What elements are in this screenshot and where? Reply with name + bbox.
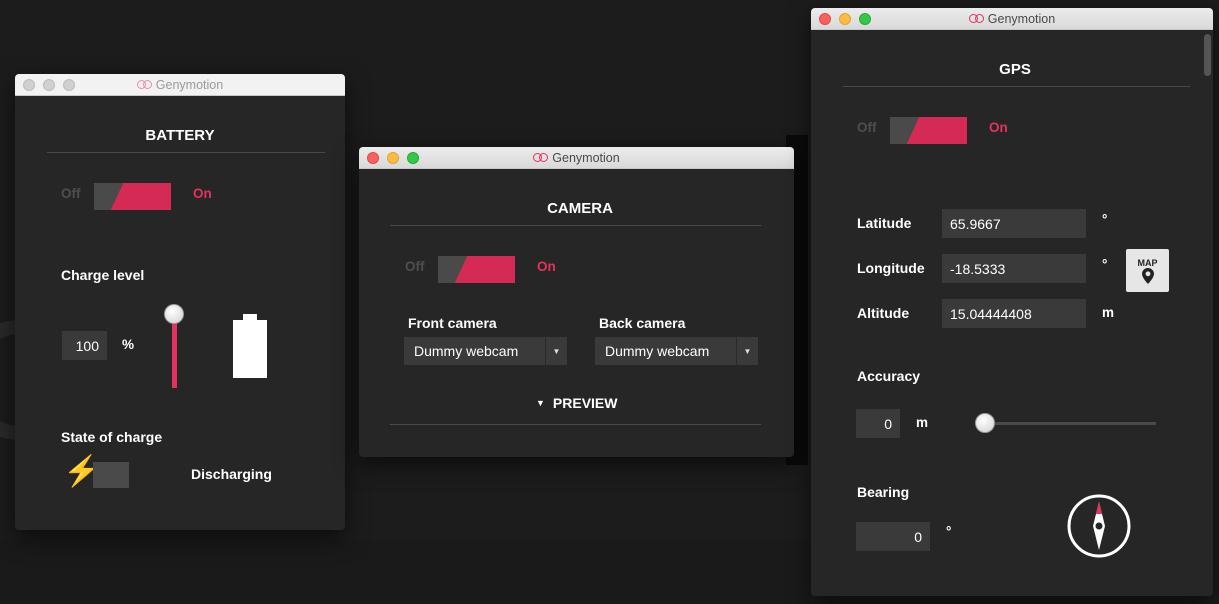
bearing-unit: ° bbox=[946, 524, 952, 539]
longitude-input[interactable]: -18.5333 bbox=[942, 254, 1086, 283]
minimize-button[interactable] bbox=[387, 152, 399, 164]
close-button[interactable] bbox=[367, 152, 379, 164]
front-camera-value: Dummy webcam bbox=[414, 343, 519, 359]
dropdown-arrow-icon[interactable]: ▼ bbox=[545, 337, 567, 365]
window-title: Genymotion bbox=[552, 150, 620, 165]
altitude-label: Altitude bbox=[857, 305, 910, 321]
charge-level-slider-track[interactable] bbox=[172, 314, 177, 388]
close-button[interactable] bbox=[819, 13, 831, 25]
back-camera-value: Dummy webcam bbox=[605, 343, 710, 359]
divider bbox=[390, 424, 761, 425]
preview-toggle-button[interactable]: ▼ PREVIEW bbox=[536, 395, 618, 411]
charge-unit: % bbox=[122, 337, 135, 352]
camera-window: Genymotion CAMERA Off On Front camera Du… bbox=[359, 147, 794, 457]
battery-icon bbox=[233, 314, 267, 378]
latitude-label: Latitude bbox=[857, 215, 912, 231]
battery-titlebar[interactable]: Genymotion bbox=[15, 74, 345, 96]
front-camera-select[interactable]: Dummy webcam ▼ bbox=[404, 337, 567, 365]
longitude-unit: ° bbox=[1102, 257, 1108, 272]
back-camera-label: Back camera bbox=[599, 315, 686, 331]
map-button-label: MAP bbox=[1137, 257, 1158, 268]
zoom-button[interactable] bbox=[407, 152, 419, 164]
panel-title: CAMERA bbox=[547, 200, 613, 217]
accuracy-unit: m bbox=[916, 415, 929, 430]
altitude-input[interactable]: 15.04444408 bbox=[942, 299, 1086, 328]
charge-level-slider-knob[interactable] bbox=[164, 304, 184, 324]
map-button[interactable]: MAP bbox=[1126, 249, 1169, 292]
camera-titlebar[interactable]: Genymotion bbox=[359, 147, 794, 169]
battery-toggle[interactable] bbox=[94, 183, 171, 210]
latitude-unit: ° bbox=[1102, 212, 1108, 227]
state-of-charge-label: State of charge bbox=[61, 429, 163, 445]
close-button[interactable] bbox=[23, 79, 35, 91]
front-camera-label: Front camera bbox=[408, 315, 497, 331]
genymotion-logo-icon bbox=[533, 153, 549, 162]
longitude-label: Longitude bbox=[857, 260, 925, 276]
toggle-off-label: Off bbox=[857, 120, 877, 135]
gps-window: Genymotion GPS Off On Latitude 65.9667 °… bbox=[811, 8, 1213, 596]
accuracy-slider-knob[interactable] bbox=[975, 413, 995, 433]
zoom-button[interactable] bbox=[859, 13, 871, 25]
divider bbox=[47, 152, 325, 153]
window-title: Genymotion bbox=[155, 77, 224, 92]
minimize-button[interactable] bbox=[839, 13, 851, 25]
state-of-charge-value: Discharging bbox=[191, 466, 272, 482]
triangle-down-icon: ▼ bbox=[536, 398, 545, 408]
accuracy-label: Accuracy bbox=[857, 368, 921, 384]
charge-level-input[interactable]: 100 bbox=[62, 331, 107, 360]
divider bbox=[843, 86, 1190, 87]
compass-icon[interactable] bbox=[1067, 494, 1131, 558]
panel-title: BATTERY bbox=[145, 127, 215, 144]
divider bbox=[390, 225, 761, 226]
zoom-button[interactable] bbox=[63, 79, 75, 91]
bearing-label: Bearing bbox=[857, 484, 910, 500]
bearing-input[interactable]: 0 bbox=[856, 522, 930, 551]
charging-toggle[interactable] bbox=[93, 462, 129, 488]
toggle-on-label: On bbox=[989, 120, 1008, 135]
panel-title: GPS bbox=[999, 61, 1031, 78]
altitude-unit: m bbox=[1102, 305, 1115, 320]
accuracy-slider-track[interactable] bbox=[976, 422, 1156, 425]
toggle-on-label: On bbox=[193, 186, 212, 201]
minimize-button[interactable] bbox=[43, 79, 55, 91]
window-title: Genymotion bbox=[987, 11, 1056, 26]
toggle-off-label: Off bbox=[61, 186, 81, 201]
charge-level-label: Charge level bbox=[61, 267, 145, 283]
toggle-on-label: On bbox=[537, 259, 556, 274]
genymotion-logo-icon bbox=[136, 80, 152, 89]
accuracy-input[interactable]: 0 bbox=[856, 409, 900, 438]
preview-label: PREVIEW bbox=[552, 395, 618, 411]
genymotion-logo-icon bbox=[968, 14, 984, 23]
map-pin-icon bbox=[1141, 267, 1154, 284]
back-camera-select[interactable]: Dummy webcam ▼ bbox=[595, 337, 758, 365]
gps-titlebar[interactable]: Genymotion bbox=[811, 8, 1213, 30]
gps-toggle[interactable] bbox=[890, 117, 967, 144]
camera-toggle[interactable] bbox=[438, 256, 515, 283]
dropdown-arrow-icon[interactable]: ▼ bbox=[736, 337, 758, 365]
latitude-input[interactable]: 65.9667 bbox=[942, 209, 1086, 238]
battery-window: Genymotion BATTERY Off On Charge level 1… bbox=[15, 74, 345, 530]
toggle-off-label: Off bbox=[405, 259, 425, 274]
